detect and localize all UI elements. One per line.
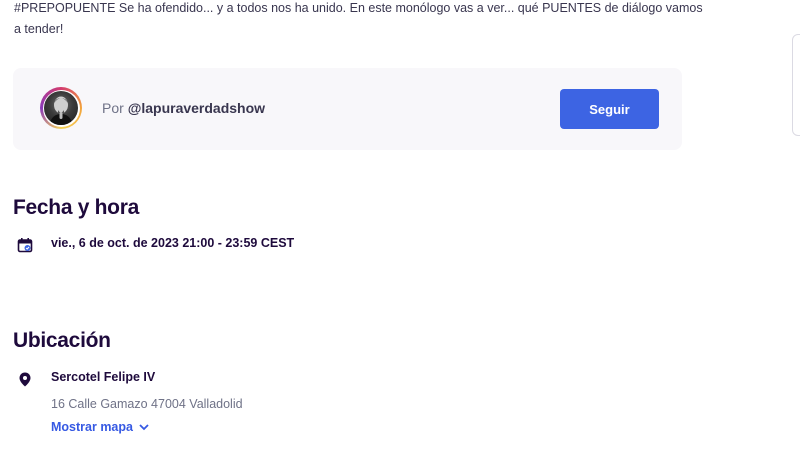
organizer-line: Por @lapuraverdadshow [102,100,265,116]
event-datetime: vie., 6 de oct. de 2023 21:00 - 23:59 CE… [51,236,295,250]
organizer-prefix: Por [102,100,124,116]
calendar-icon [17,238,33,253]
event-description: #PREPOPUENTE Se ha ofendido... y a todos… [14,1,703,36]
person-silhouette-icon [49,96,73,125]
side-panel-edge [792,34,800,136]
avatar-photo [44,91,78,125]
venue-name: Sercotel Felipe IV [51,370,156,384]
follow-button[interactable]: Seguir [560,89,659,129]
date-section-title: Fecha y hora [13,196,139,219]
show-map-link[interactable]: Mostrar mapa [51,420,149,434]
organizer-handle[interactable]: @lapuraverdadshow [128,100,265,116]
organizer-avatar[interactable] [40,87,82,129]
organizer-card: Por @lapuraverdadshow Seguir [13,68,682,150]
location-section-title: Ubicación [13,329,111,352]
chevron-down-icon [139,423,149,430]
venue-address: 16 Calle Gamazo 47004 Valladolid [51,397,243,411]
map-pin-icon [19,372,31,387]
show-map-label: Mostrar mapa [51,420,133,434]
